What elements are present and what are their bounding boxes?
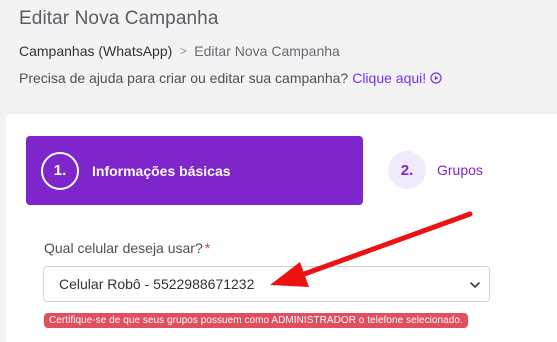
phone-field-label: Qual celular deseja usar? *	[44, 240, 210, 256]
page-title: Editar Nova Campanha	[19, 8, 219, 29]
phone-select[interactable]: Celular Robô - 5522988671232	[43, 266, 490, 302]
campaign-editor-page: Editar Nova Campanha Campanhas (WhatsApp…	[0, 0, 557, 342]
admin-warning-badge: Certifique-se de que seus grupos possuem…	[44, 313, 468, 328]
step-basic-info[interactable]: 1. Informações básicas	[26, 136, 363, 205]
step-number: 2.	[388, 151, 426, 189]
step-number: 1.	[41, 151, 79, 190]
help-link[interactable]: Clique aqui!	[352, 70, 426, 86]
required-mark: *	[204, 240, 211, 256]
breadcrumb-separator: >	[179, 44, 187, 58]
step-label: Informações básicas	[92, 162, 231, 179]
help-text: Precisa de ajuda para criar ou editar su…	[19, 70, 349, 86]
breadcrumb: Campanhas (WhatsApp) > Editar Nova Campa…	[19, 43, 340, 59]
help-line: Precisa de ajuda para criar ou editar su…	[19, 70, 442, 86]
step-label: Grupos	[437, 162, 483, 178]
chevron-down-icon	[469, 279, 481, 291]
breadcrumb-campaigns-link[interactable]: Campanhas (WhatsApp)	[19, 43, 172, 59]
play-circle-icon[interactable]	[430, 72, 442, 84]
phone-field-label-text: Qual celular deseja usar?	[44, 240, 203, 256]
breadcrumb-current: Editar Nova Campanha	[194, 43, 340, 59]
phone-select-value: Celular Robô - 5522988671232	[59, 276, 255, 292]
step-groups[interactable]: 2. Grupos	[388, 151, 483, 189]
